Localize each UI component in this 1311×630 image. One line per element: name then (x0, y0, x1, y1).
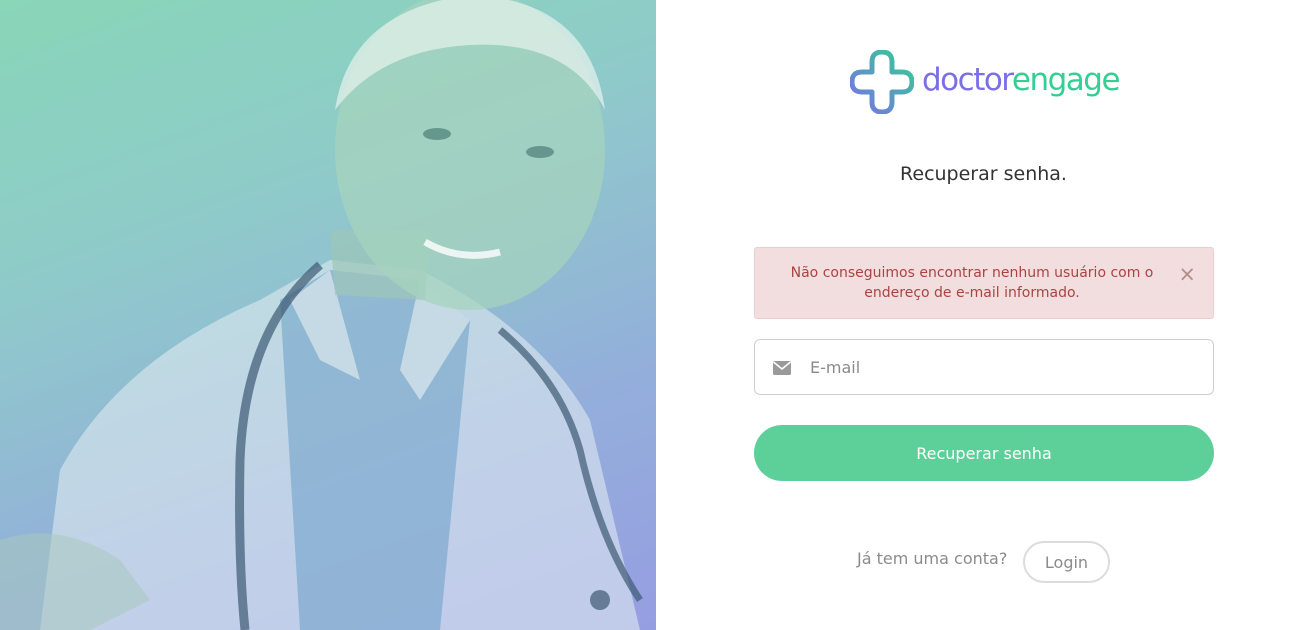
error-alert: Não conseguimos encontrar nenhum usuário… (754, 247, 1214, 319)
page-title: Recuperar senha. (900, 163, 1067, 185)
doctor-photo (0, 0, 656, 630)
recover-panel: doctorengage Recuperar senha. Não conseg… (656, 0, 1311, 630)
login-button[interactable]: Login (1023, 541, 1110, 583)
recover-password-button[interactable]: Recuperar senha (754, 425, 1214, 481)
has-account-text: Já tem uma conta? (857, 549, 1008, 568)
email-field-group (754, 339, 1214, 395)
logo-cross-icon (850, 50, 914, 114)
error-alert-message: Não conseguimos encontrar nenhum usuário… (790, 265, 1154, 301)
close-icon[interactable]: × (1178, 262, 1196, 286)
brand-name-part2: engage (1011, 62, 1121, 98)
brand-name-part1: doctor (922, 62, 1013, 98)
hero-image (0, 0, 656, 630)
brand-logo: doctorengage (850, 48, 1121, 116)
email-input[interactable] (810, 340, 1205, 394)
envelope-icon (773, 361, 791, 375)
brand-name: doctorengage (922, 62, 1121, 98)
